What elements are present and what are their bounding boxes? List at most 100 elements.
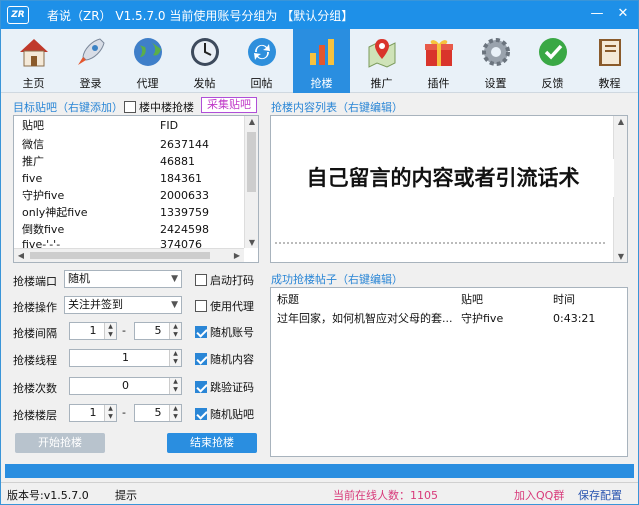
toolbar-label: 推广 — [370, 77, 393, 90]
scroll-down-arrow[interactable]: ▼ — [614, 252, 627, 261]
toolbar-promote[interactable]: 推广 — [353, 29, 410, 93]
stepper-arrows-icon[interactable]: ▲ ▼ — [169, 405, 181, 421]
toolbar-login[interactable]: 登录 — [62, 29, 119, 93]
toolbar-proxy[interactable]: 代理 — [119, 29, 176, 93]
interval-dash: - — [122, 324, 126, 337]
mid-floor-option[interactable]: 楼中楼抢楼 — [124, 99, 194, 115]
interval-min-value: 1 — [89, 324, 97, 337]
port-label: 抢楼端口 — [13, 275, 57, 288]
minimize-button[interactable]: — — [586, 5, 608, 23]
bar-fid: 184361 — [160, 172, 202, 185]
title-bar: ZR 者说（ZR） V1.5.7.0 当前使用账号分组为 【默认分组】 — ✕ — [1, 1, 638, 29]
horizontal-scrollbar[interactable]: ◀ ▶ — [14, 248, 244, 262]
stepper-arrows-icon[interactable]: ▲ ▼ — [169, 350, 181, 366]
vertical-scrollbar[interactable]: ▲ ▼ — [244, 116, 258, 248]
toolbar-label: 插件 — [427, 77, 450, 90]
scroll-thumb[interactable] — [30, 252, 210, 259]
toolbar-plugins[interactable]: 插件 — [410, 29, 467, 93]
option-label: 启动打码 — [210, 274, 254, 287]
hint-text: 提示 — [115, 489, 137, 502]
join-qq-link[interactable]: 加入QQ群 — [514, 487, 564, 503]
scroll-up-arrow[interactable]: ▲ — [245, 117, 258, 126]
column-header-title[interactable]: 标题 — [277, 291, 299, 308]
option-captcha[interactable]: 启动打码 — [195, 272, 254, 288]
option-proxy[interactable]: 使用代理 — [195, 298, 254, 314]
option-random-account[interactable]: 随机账号 — [195, 324, 254, 340]
floor-dash: - — [122, 406, 126, 419]
toolbar-label: 反馈 — [541, 77, 564, 90]
toolbar-label: 教程 — [598, 77, 621, 90]
toolbar-post[interactable]: 发帖 — [176, 29, 233, 93]
scroll-left-arrow[interactable]: ◀ — [14, 251, 28, 260]
count-stepper[interactable]: 0 ▲ ▼ — [69, 377, 182, 395]
action-select[interactable]: 关注并签到 ▼ — [64, 296, 182, 314]
toolbar-grab-floor[interactable]: 抢楼 — [293, 29, 350, 93]
rocket-icon — [78, 38, 105, 65]
floor-max-stepper[interactable]: 5 ▲ ▼ — [134, 404, 182, 422]
scroll-thumb[interactable] — [247, 132, 256, 192]
column-header-bar[interactable]: 贴吧 — [22, 117, 44, 134]
stepper-arrows-icon[interactable]: ▲ ▼ — [104, 323, 116, 339]
bar-fid: 2000633 — [160, 189, 209, 202]
toolbar-label: 回帖 — [250, 77, 273, 90]
vertical-scrollbar[interactable]: ▲ ▼ — [613, 116, 627, 262]
random-content-checkbox[interactable] — [195, 353, 207, 365]
start-grab-button[interactable]: 开始抢楼 — [15, 433, 105, 453]
toolbar-tutorial[interactable]: 教程 — [581, 29, 638, 93]
bar-fid: 46881 — [160, 155, 195, 168]
skip-captcha-checkbox[interactable] — [195, 381, 207, 393]
truncated-content-line — [275, 242, 605, 246]
interval-min-stepper[interactable]: 1 ▲ ▼ — [69, 322, 117, 340]
toolbar-label: 抢楼 — [310, 77, 333, 90]
chevron-down-icon: ▼ — [171, 300, 178, 310]
toolbar-label: 登录 — [79, 77, 102, 90]
home-icon — [20, 39, 48, 67]
proxy-checkbox[interactable] — [195, 300, 207, 312]
toolbar-settings[interactable]: 设置 — [467, 29, 524, 93]
map-pin-icon — [368, 39, 396, 68]
mid-floor-checkbox[interactable] — [124, 101, 136, 113]
chevron-down-icon: ▼ — [171, 274, 178, 284]
toolbar-feedback[interactable]: 反馈 — [524, 29, 581, 93]
online-count: 当前在线人数：1105 — [333, 489, 438, 502]
option-random-bar[interactable]: 随机贴吧 — [195, 406, 254, 422]
book-icon — [599, 39, 621, 66]
save-config-link[interactable]: 保存配置 — [578, 487, 622, 503]
toolbar-label: 发帖 — [193, 77, 216, 90]
window-title: 者说（ZR） V1.5.7.0 当前使用账号分组为 【默认分组】 — [47, 9, 354, 23]
option-random-content[interactable]: 随机内容 — [195, 351, 254, 367]
column-header-fid[interactable]: FID — [160, 117, 178, 134]
post-bar: 守护five — [461, 312, 504, 325]
floor-min-stepper[interactable]: 1 ▲ ▼ — [69, 404, 117, 422]
port-select[interactable]: 随机 ▼ — [64, 270, 182, 288]
stop-grab-button[interactable]: 结束抢楼 — [167, 433, 257, 453]
count-value: 0 — [122, 379, 129, 392]
column-header-time[interactable]: 时间 — [553, 291, 575, 308]
column-header-bar[interactable]: 贴吧 — [461, 291, 483, 308]
toolbar-home[interactable]: 主页 — [5, 29, 62, 93]
random-account-checkbox[interactable] — [195, 326, 207, 338]
scroll-right-arrow[interactable]: ▶ — [230, 251, 244, 260]
option-skip-captcha[interactable]: 跳验证码 — [195, 379, 254, 395]
bar-chart-icon — [310, 39, 334, 65]
interval-max-stepper[interactable]: 5 ▲ ▼ — [134, 322, 182, 340]
threads-stepper[interactable]: 1 ▲ ▼ — [69, 349, 182, 367]
scroll-down-arrow[interactable]: ▼ — [245, 238, 258, 247]
floor-min-value: 1 — [89, 406, 97, 419]
success-list[interactable]: 标题 贴吧 时间 过年回家，如何机智应对父母的套... 守护five 0:43:… — [270, 287, 628, 457]
version-text: 版本号:v1.5.7.0 — [7, 489, 89, 502]
toolbar-reply[interactable]: 回帖 — [233, 29, 290, 93]
floor-max-value: 5 — [154, 406, 162, 419]
post-title: 过年回家，如何机智应对父母的套... — [277, 312, 453, 325]
stepper-arrows-icon[interactable]: ▲ ▼ — [169, 378, 181, 394]
stepper-arrows-icon[interactable]: ▲ ▼ — [169, 323, 181, 339]
bar-name: only神起five — [22, 206, 88, 219]
stepper-arrows-icon[interactable]: ▲ ▼ — [104, 405, 116, 421]
scroll-up-arrow[interactable]: ▲ — [614, 117, 627, 126]
captcha-checkbox[interactable] — [195, 274, 207, 286]
target-bars-list[interactable]: 贴吧 FID 微信 2637144 推广 46881 five 184361 守… — [13, 115, 259, 263]
random-bar-checkbox[interactable] — [195, 408, 207, 420]
collect-bars-button[interactable]: 采集贴吧 — [201, 97, 257, 113]
count-label: 抢楼次数 — [13, 382, 57, 395]
close-button[interactable]: ✕ — [612, 5, 634, 23]
